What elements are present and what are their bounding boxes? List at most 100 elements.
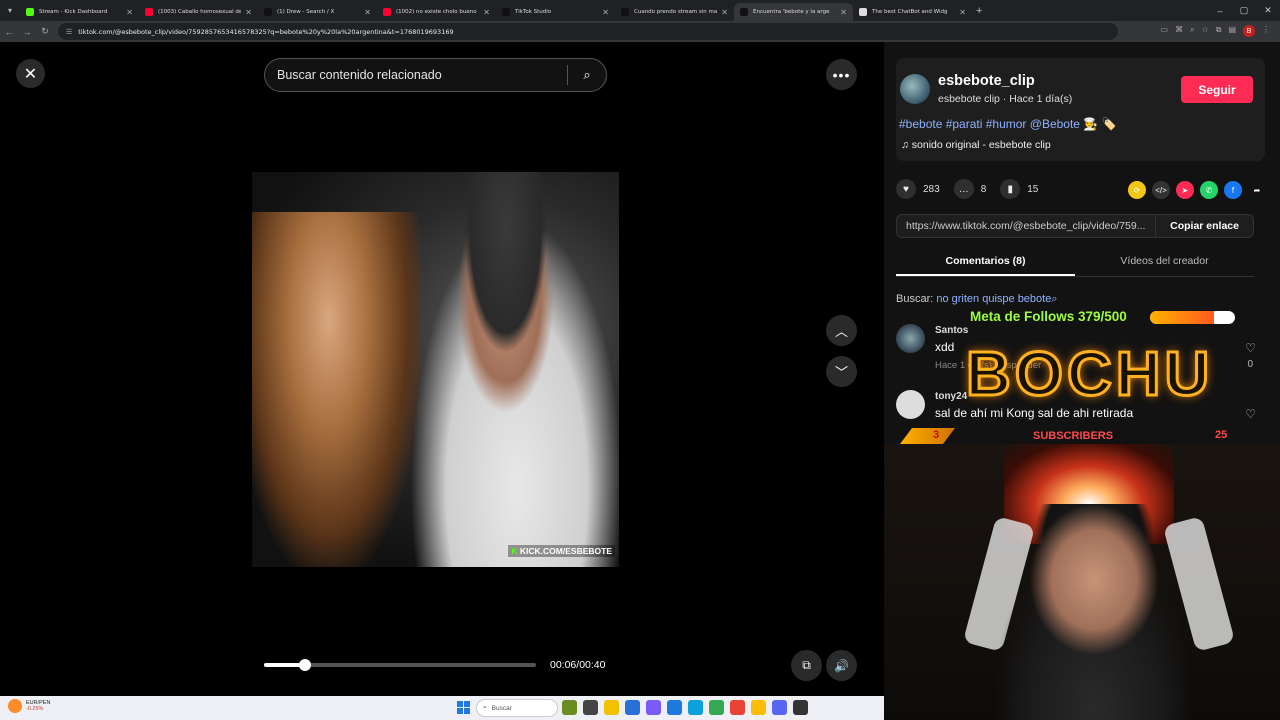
comment-avatar[interactable] [896,390,925,419]
app-icon-edge[interactable] [688,700,703,715]
follow-button[interactable]: Seguir [1181,76,1253,103]
comment-author[interactable]: Santos [935,325,968,336]
app-icon-store[interactable] [625,700,640,715]
app-icon-chrome-2[interactable] [730,700,745,715]
app-icon-obs[interactable] [793,700,808,715]
video-progress-bar[interactable] [264,659,536,671]
video-player[interactable]: K KICK.COM/ESBEBOTE [252,172,619,567]
sound-link[interactable]: ♫ sonido original - esbebote clip [901,139,1051,151]
site-info-icon[interactable]: ☰ [66,28,72,36]
browser-tab[interactable]: Encuentra 'bebote y la arge ✕ [734,3,853,21]
browser-tab[interactable]: (1002) no existe cholo bueno ✕ [377,3,496,21]
video-hashtags[interactable]: #bebote #parati #humor @Bebote 🧑‍🍳 🏷️ [899,117,1117,131]
url-text[interactable]: tiktok.com/@esbebote_clip/video/75928576… [78,28,453,36]
floating-player-button[interactable]: ⧉ [791,650,822,681]
back-icon[interactable]: ← [0,27,18,37]
tab-close-icon[interactable]: ✕ [840,8,847,17]
tab-close-icon[interactable]: ✕ [959,8,966,17]
comment-stat[interactable]: … 8 [953,179,986,199]
tab-close-icon[interactable]: ✕ [126,8,133,17]
creator-avatar[interactable] [900,74,930,104]
new-tab-button[interactable]: + [976,5,982,17]
browser-tab[interactable]: (1) Drew - Search / X ✕ [258,3,377,21]
repost-icon[interactable]: ⟳ [1128,181,1146,199]
send-icon[interactable]: ➤ [1176,181,1194,199]
tab-favicon-icon [502,8,510,16]
related-search-input[interactable]: Buscar contenido relacionado ⌕ [264,58,607,92]
share-link-text[interactable]: https://www.tiktok.com/@esbebote_clip/vi… [897,220,1155,232]
comment-like-icon[interactable]: ♡ [1245,341,1256,355]
search-icon[interactable]: ⌕ [568,67,606,83]
progress-knob[interactable] [298,659,311,671]
profile-avatar[interactable]: B [1243,25,1255,37]
tab-comments[interactable]: Comentarios (8) [896,250,1075,276]
browser-menu-icon[interactable]: ⋮ [1262,25,1270,37]
app-icon-teams[interactable] [646,700,661,715]
subscribers-count-left: 3 [933,429,940,441]
comment-author[interactable]: tony24 [935,391,967,402]
tab-close-icon[interactable]: ✕ [364,8,371,17]
app-icon-explorer[interactable] [604,700,619,715]
tab-creator-videos[interactable]: Vídeos del creador [1075,250,1254,276]
tab-favicon-icon [621,8,629,16]
taskbar-search-icon: ⌕ [483,704,487,711]
windows-start-icon[interactable] [457,701,470,714]
comment-avatar[interactable] [896,324,925,353]
reload-icon[interactable]: ↻ [36,26,54,37]
previous-video-button[interactable]: ︿ [826,315,857,346]
subscribers-count-right: 25 [1215,429,1228,441]
app-icon-taskview[interactable] [583,700,598,715]
app-icon-chrome-3[interactable] [751,700,766,715]
sidepanel-icon[interactable]: ▤ [1228,25,1236,37]
url-field[interactable]: ☰ tiktok.com/@esbebote_clip/video/759285… [58,23,1118,40]
tab-favicon-icon [859,8,867,16]
volume-button[interactable]: 🔊 [826,650,857,681]
taskbar-app-icons [562,700,808,715]
share-arrow-icon[interactable]: ➦ [1248,181,1266,199]
tab-close-icon[interactable]: ✕ [602,8,609,17]
forward-icon[interactable]: → [18,27,36,37]
tab-close-icon[interactable]: ✕ [483,8,490,17]
more-options-button[interactable]: ••• [826,59,857,90]
cast-icon[interactable]: ▭ [1161,25,1169,37]
zoom-icon[interactable]: ⌕ [1190,25,1194,37]
bookmark-star-icon[interactable]: ☆ [1202,25,1209,37]
minimize-button[interactable]: – [1208,6,1232,16]
copy-link-button[interactable]: Copiar enlace [1155,215,1253,237]
creator-username[interactable]: esbebote_clip [938,73,1035,89]
taskbar-search[interactable]: ⌕ Buscar [476,699,558,717]
app-icon-chrome[interactable] [709,700,724,715]
embed-icon[interactable]: </> [1152,181,1170,199]
browser-tab[interactable]: TikTok Studio ✕ [496,3,615,21]
browser-tab[interactable]: Cuando prendo stream sin ma ✕ [615,3,734,21]
comment-search-suggestion[interactable]: Buscar: no griten quispe bebote⌕ [896,293,1058,306]
video-stage: ✕ Buscar contenido relacionado ⌕ ••• K K… [0,42,884,696]
app-icon-widgets[interactable] [562,700,577,715]
search-suggestion-icon: ⌕ [1051,293,1058,305]
next-video-button[interactable]: ﹀ [826,356,857,387]
tab-search-icon[interactable]: ▾ [0,0,20,21]
comment-like-icon[interactable]: ♡ [1245,407,1256,421]
extensions-icon[interactable]: ⧉ [1216,25,1222,37]
tab-close-icon[interactable]: ✕ [721,8,728,17]
save-stat[interactable]: ▮ 15 [1000,179,1038,199]
close-video-button[interactable]: ✕ [16,59,45,88]
follow-goal-text: Meta de Follows 379/500 [970,309,1127,324]
tab-title: Cuando prendo stream sin ma [634,9,718,15]
browser-tab[interactable]: (1003) Caballo homosexual de ✕ [139,3,258,21]
app-icon-outlook[interactable] [667,700,682,715]
browser-tab[interactable]: Stream - Kick Dashboard ✕ [20,3,139,21]
tab-favicon-icon [740,8,748,16]
facebook-icon[interactable]: f [1224,181,1242,199]
tab-close-icon[interactable]: ✕ [245,8,252,17]
like-stat[interactable]: ♥ 283 [896,179,940,199]
maximize-button[interactable]: ▢ [1232,5,1256,16]
address-bar: ← → ↻ ☰ tiktok.com/@esbebote_clip/video/… [0,21,1280,42]
whatsapp-icon[interactable]: ✆ [1200,181,1218,199]
ticker-widget[interactable]: EUR/PEN -0.25% [8,699,50,713]
translate-icon[interactable]: ⌘ [1175,25,1183,37]
close-window-button[interactable]: ✕ [1256,5,1280,16]
app-icon-discord[interactable] [772,700,787,715]
bookmark-icon: ▮ [1000,179,1021,199]
browser-tab[interactable]: The best ChatBot and Widg ✕ [853,3,972,21]
